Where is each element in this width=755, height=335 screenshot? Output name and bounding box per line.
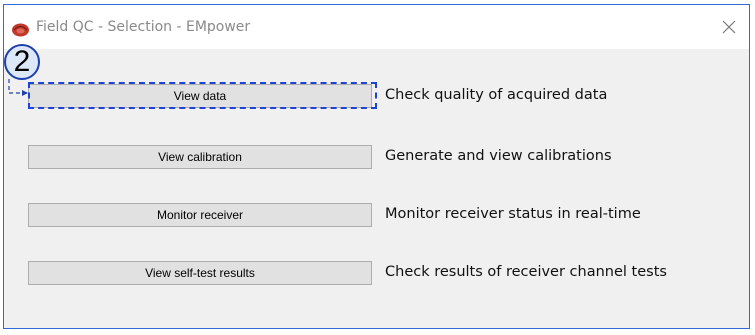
step-number-badge: 2 [4, 44, 40, 80]
title-bar: Field QC - Selection - EMpower [4, 5, 749, 49]
view-calibration-button[interactable]: View calibration [28, 145, 372, 169]
monitor-receiver-description: Monitor receiver status in real-time [385, 206, 641, 222]
view-self-test-results-button[interactable]: View self-test results [28, 261, 372, 285]
close-button[interactable] [715, 14, 743, 40]
view-data-button[interactable]: View data [28, 84, 372, 108]
app-logo-icon [11, 21, 30, 37]
view-data-description: Check quality of acquired data [385, 87, 608, 103]
view-self-test-results-description: Check results of receiver channel tests [385, 264, 667, 280]
page: Field QC - Selection - EMpower View data… [0, 0, 755, 335]
close-icon [722, 20, 736, 34]
monitor-receiver-button[interactable]: Monitor receiver [28, 203, 372, 227]
window-title: Field QC - Selection - EMpower [36, 19, 251, 35]
view-calibration-description: Generate and view calibrations [385, 148, 612, 164]
